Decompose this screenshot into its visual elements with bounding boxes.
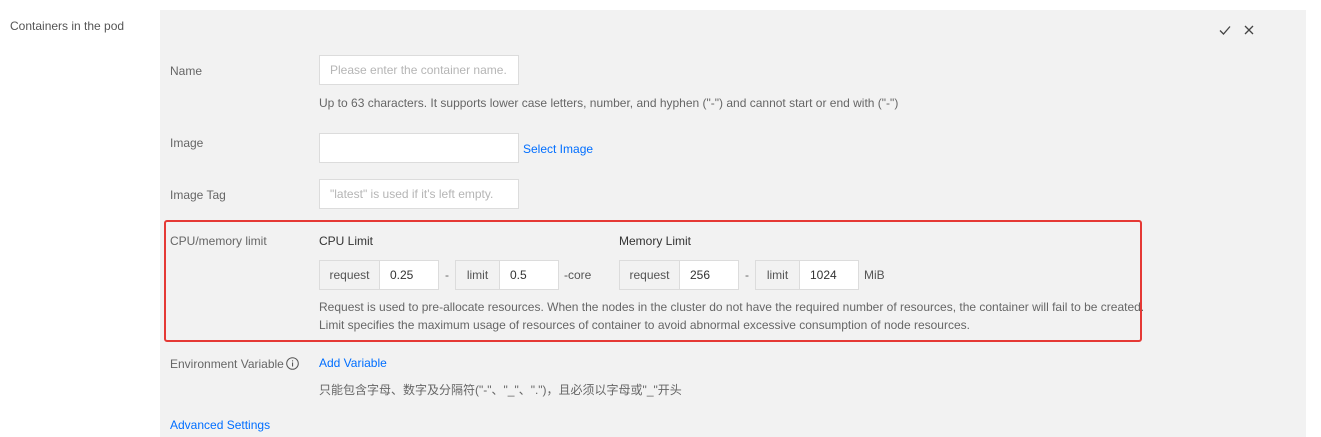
image-tag-label: Image Tag: [170, 188, 226, 202]
panel-actions: [1218, 23, 1256, 37]
resource-hint-limit: Limit specifies the maximum usage of res…: [319, 318, 970, 332]
env-variable-hint: 只能包含字母、数字及分隔符("-"、"_"、".")，且必须以字母或"_"开头: [319, 383, 682, 397]
memory-request-input[interactable]: [679, 260, 739, 290]
info-icon[interactable]: [286, 357, 299, 370]
memory-request-addon: request: [619, 260, 680, 290]
cpu-request-input[interactable]: [379, 260, 439, 290]
cpu-limit-addon: limit: [455, 260, 500, 290]
add-variable-link[interactable]: Add Variable: [319, 356, 387, 370]
memory-unit: MiB: [864, 268, 885, 282]
name-input[interactable]: [319, 55, 519, 85]
cpu-limit-title: CPU Limit: [319, 234, 374, 248]
env-variable-label: Environment Variable: [170, 357, 284, 371]
advanced-settings-link[interactable]: Advanced Settings: [170, 418, 270, 432]
image-input[interactable]: [319, 133, 519, 163]
name-hint: Up to 63 characters. It supports lower c…: [319, 96, 899, 110]
cpu-limit-input[interactable]: [499, 260, 559, 290]
env-variable-label-row: Environment Variable: [170, 357, 299, 371]
memory-limit-addon: limit: [755, 260, 800, 290]
cpu-request-addon: request: [319, 260, 380, 290]
cpu-memory-label: CPU/memory limit: [170, 234, 267, 248]
select-image-link[interactable]: Select Image: [523, 142, 593, 156]
section-label: Containers in the pod: [10, 19, 125, 33]
memory-separator: -: [745, 268, 749, 282]
cpu-unit: -core: [564, 268, 592, 282]
memory-limit-title: Memory Limit: [619, 234, 692, 248]
close-icon[interactable]: [1242, 23, 1256, 37]
container-edit-panel: Name Up to 63 characters. It supports lo…: [160, 10, 1306, 437]
image-label: Image: [170, 136, 204, 150]
cpu-separator: -: [445, 268, 449, 282]
memory-limit-input[interactable]: [799, 260, 859, 290]
name-label: Name: [170, 64, 203, 78]
check-icon[interactable]: [1218, 23, 1232, 37]
resource-hint-request: Request is used to pre-allocate resource…: [319, 300, 1145, 314]
image-tag-input[interactable]: [319, 179, 519, 209]
